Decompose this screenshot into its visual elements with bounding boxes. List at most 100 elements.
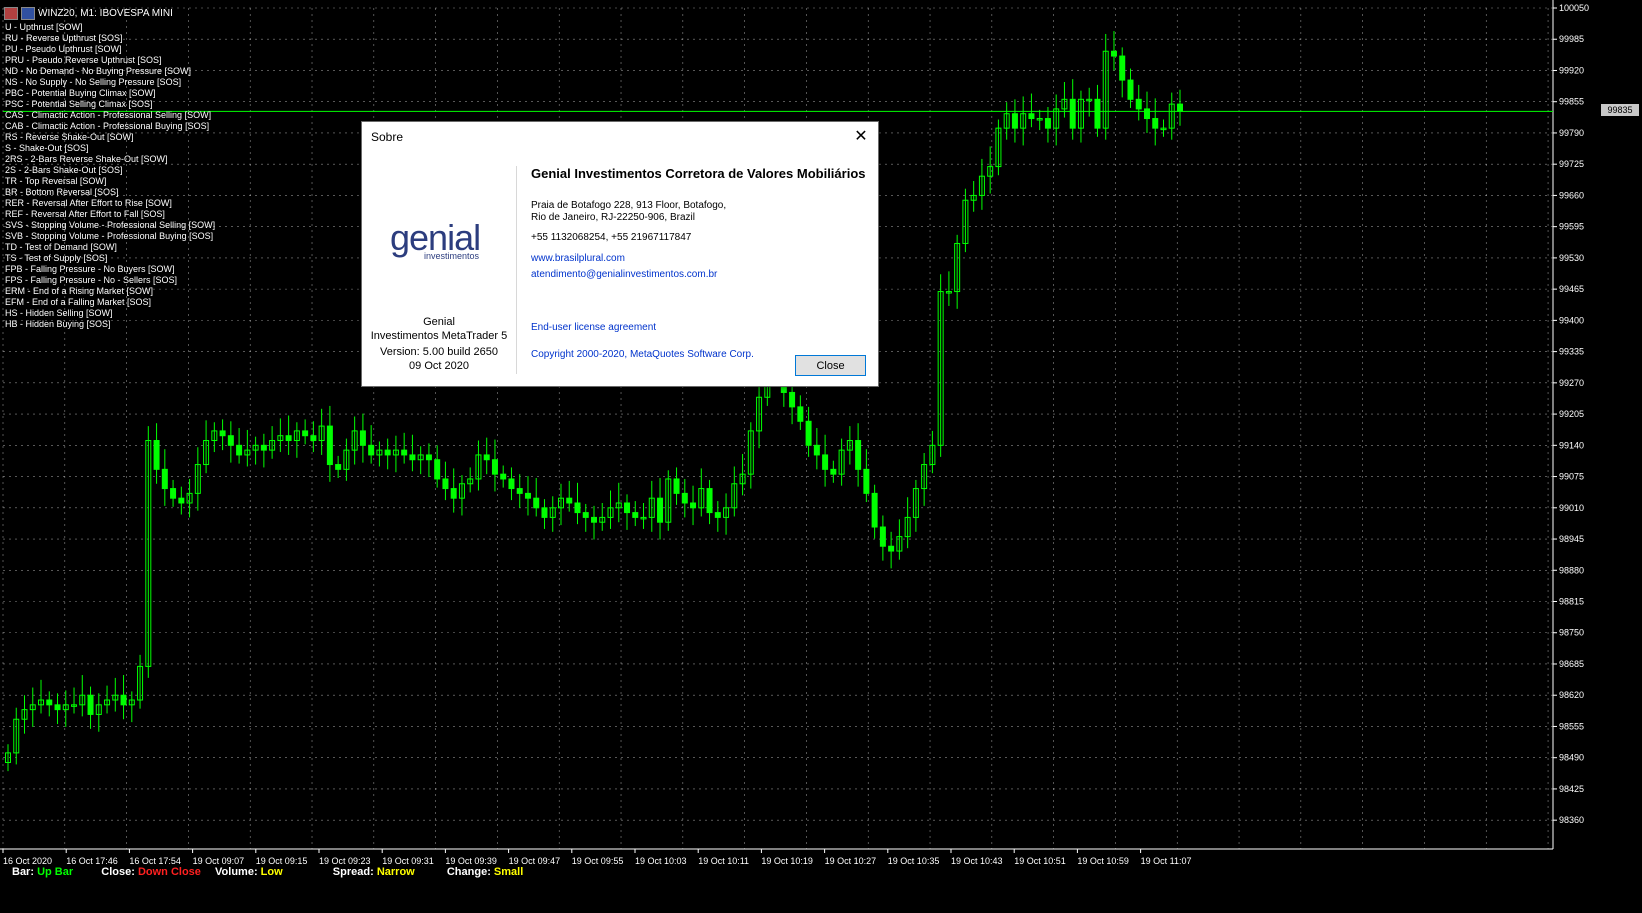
candle-body bbox=[624, 502, 631, 514]
price-tick-label: 98685 bbox=[1559, 659, 1584, 669]
candle-body bbox=[1177, 103, 1183, 112]
chart-window-icon bbox=[4, 6, 18, 20]
price-tick-label: 99595 bbox=[1559, 222, 1584, 232]
price-tick-label: 98880 bbox=[1559, 565, 1584, 575]
candle-body bbox=[285, 435, 292, 442]
price-tick-label: 99010 bbox=[1559, 503, 1584, 513]
price-tick-label: 100050 bbox=[1559, 3, 1589, 13]
candle-body bbox=[706, 488, 713, 514]
candle-body bbox=[1152, 118, 1159, 129]
address-line2: Rio de Janeiro, RJ-22250-906, Brazil bbox=[531, 212, 695, 223]
legend-item: CAB - Climactic Action - Professional Bu… bbox=[5, 121, 210, 131]
time-tick-label: 19 Oct 10:59 bbox=[1077, 856, 1129, 866]
price-tick-label: 99790 bbox=[1559, 128, 1584, 138]
candle-body bbox=[170, 488, 177, 499]
legend-item: 2RS - 2-Bars Reverse Shake-Out [SOW] bbox=[5, 154, 168, 164]
candle-body bbox=[450, 488, 457, 499]
legend-item: PRU - Pseudo Reverse Upthrust [SOS] bbox=[5, 55, 162, 65]
candle-body bbox=[1044, 118, 1051, 129]
status-spread-value: Narrow bbox=[376, 866, 415, 878]
status-close-label: Close: bbox=[101, 866, 135, 878]
legend-item: ERM - End of a Rising Market [SOW] bbox=[5, 286, 154, 296]
candle-body bbox=[673, 478, 680, 494]
price-tick-label: 98620 bbox=[1559, 690, 1584, 700]
legend-item: TD - Test of Demand [SOW] bbox=[5, 242, 117, 252]
dialog-divider bbox=[516, 166, 517, 374]
time-tick-label: 16 Oct 17:54 bbox=[129, 856, 181, 866]
legend-item: RS - Reverse Shake-Out [SOW] bbox=[5, 132, 134, 142]
legend-item: ND - No Demand - No Buying Pressure [SOW… bbox=[5, 66, 192, 76]
copyright-link[interactable]: Copyright 2000-2020, MetaQuotes Software… bbox=[531, 349, 754, 360]
price-tick-label: 99270 bbox=[1559, 378, 1584, 388]
legend-item: PSC - Potential Selling Climax [SOS] bbox=[5, 99, 153, 109]
time-tick-label: 19 Oct 10:35 bbox=[888, 856, 940, 866]
candle-body bbox=[236, 444, 243, 456]
price-tick-label: 99335 bbox=[1559, 347, 1584, 357]
legend-item: FPS - Falling Pressure - No - Sellers [S… bbox=[5, 275, 178, 285]
price-tick-label: 99725 bbox=[1559, 159, 1584, 169]
price-tick-label: 99075 bbox=[1559, 472, 1584, 482]
legend-item: U - Upthrust [SOW] bbox=[5, 22, 83, 32]
candle-body bbox=[1069, 98, 1076, 129]
price-tick-label: 98945 bbox=[1559, 534, 1584, 544]
candle-body bbox=[219, 430, 226, 437]
current-price-tag: 99835 bbox=[1601, 104, 1639, 116]
product-name-line1: Genial bbox=[423, 316, 455, 328]
legend-item: 2S - 2-Bars Shake-Out [SOS] bbox=[5, 165, 123, 175]
candle-body bbox=[524, 492, 531, 499]
candle-body bbox=[797, 406, 804, 422]
legend-item: HS - Hidden Selling [SOW] bbox=[5, 308, 113, 318]
candle-body bbox=[120, 694, 127, 706]
candle-body bbox=[87, 694, 94, 715]
candle-body bbox=[632, 512, 639, 518]
candle-body bbox=[1135, 98, 1142, 110]
time-tick-label: 19 Oct 10:27 bbox=[825, 856, 877, 866]
company-phones: +55 1132068254, +55 21967117847 bbox=[531, 232, 692, 243]
candle-body bbox=[368, 444, 375, 456]
candle-body bbox=[359, 430, 366, 446]
candle-body bbox=[591, 516, 597, 523]
candle-body bbox=[1094, 98, 1101, 129]
email-link[interactable]: atendimento@genialinvestimentos.com.br bbox=[531, 269, 717, 280]
company-address: Praia de Botafogo 228, 913 Floor, Botafo… bbox=[531, 200, 726, 224]
time-tick-label: 19 Oct 09:47 bbox=[509, 856, 561, 866]
eula-link[interactable]: End-user license agreement bbox=[531, 322, 656, 333]
website-link[interactable]: www.brasilplural.com bbox=[531, 253, 625, 264]
candle-body bbox=[789, 391, 796, 408]
candle-body bbox=[863, 468, 870, 494]
candle-body bbox=[1119, 55, 1126, 81]
close-icon[interactable]: ✕ bbox=[850, 126, 872, 148]
legend-item: NS - No Supply - No Selling Pressure [SO… bbox=[5, 77, 182, 87]
candle-body bbox=[401, 449, 408, 456]
price-tick-label: 99400 bbox=[1559, 315, 1584, 325]
time-tick-label: 19 Oct 09:39 bbox=[445, 856, 497, 866]
dialog-titlebar[interactable]: Sobre ✕ bbox=[362, 122, 878, 152]
status-volume-value: Low bbox=[260, 866, 283, 878]
legend-item: CAS - Climactic Action - Professional Se… bbox=[5, 110, 212, 120]
time-tick-label: 19 Oct 10:11 bbox=[698, 856, 749, 866]
candle-body bbox=[533, 497, 540, 509]
candle-body bbox=[657, 497, 664, 523]
legend-item: TS - Test of Supply [SOS] bbox=[5, 253, 108, 263]
product-info: Genial Investimentos MetaTrader 5 Versio… bbox=[362, 315, 516, 373]
version-text: Version: 5.00 build 2650 bbox=[379, 346, 499, 358]
candle-body bbox=[871, 492, 878, 528]
candle-body bbox=[879, 526, 886, 547]
time-tick-label: 19 Oct 10:51 bbox=[1014, 856, 1066, 866]
candle-body bbox=[690, 502, 697, 509]
candle-body bbox=[434, 459, 441, 480]
price-tick-label: 99140 bbox=[1559, 440, 1584, 450]
chart-symbol-label: WINZ20, M1: IBOVESPA MINI bbox=[38, 7, 173, 19]
candle-body bbox=[483, 454, 490, 461]
address-line1: Praia de Botafogo 228, 913 Floor, Botafo… bbox=[531, 200, 727, 211]
status-spread-label: Spread: bbox=[332, 866, 374, 878]
legend-item: FPB - Falling Pressure - No Buyers [SOW] bbox=[5, 264, 175, 274]
close-button[interactable]: Close bbox=[795, 355, 866, 376]
price-tick-label: 98490 bbox=[1559, 753, 1584, 763]
legend-item: PBC - Potential Buying Climax [SOW] bbox=[5, 88, 156, 98]
candle-body bbox=[54, 704, 61, 711]
candle-body bbox=[681, 492, 688, 504]
price-tick-label: 99920 bbox=[1559, 65, 1584, 75]
legend-item: EFM - End of a Falling Market [SOS] bbox=[5, 297, 152, 307]
candle-body bbox=[335, 464, 342, 470]
